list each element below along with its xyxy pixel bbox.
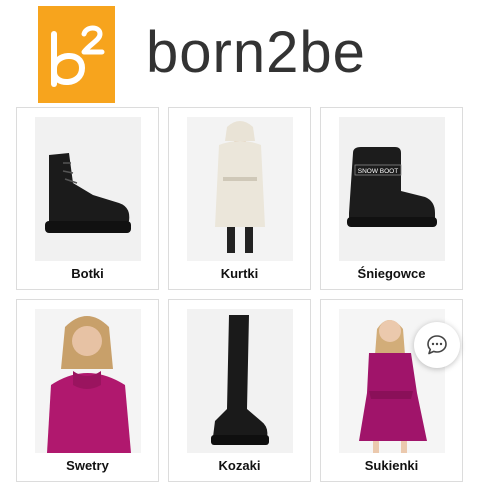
category-label: Kurtki <box>220 266 259 281</box>
category-card-botki[interactable]: Botki <box>16 107 159 290</box>
category-card-kozaki[interactable]: Kozaki <box>168 299 311 482</box>
category-card-sniegowce[interactable]: SNOW BOOT Śniegowce <box>320 107 463 290</box>
snow-boot-print: SNOW BOOT <box>358 168 398 175</box>
category-label: Kozaki <box>218 458 261 473</box>
snow-boot-image: SNOW BOOT <box>339 117 445 261</box>
brand-wordmark[interactable]: born2be <box>146 18 366 88</box>
category-label: Swetry <box>66 458 109 473</box>
site-header: born2be <box>0 0 480 104</box>
tall-boot-image <box>187 309 293 453</box>
coat-image <box>187 117 293 261</box>
category-label: Sukienki <box>364 458 419 473</box>
category-label: Botki <box>71 266 104 281</box>
chat-bubble-icon <box>427 335 447 355</box>
category-label: Śniegowce <box>357 266 426 281</box>
brand-logo[interactable] <box>38 6 115 103</box>
ankle-boot-image <box>35 117 141 261</box>
sweater-image <box>35 309 141 453</box>
b2-logo-icon <box>51 25 105 87</box>
category-card-kurtki[interactable]: Kurtki <box>168 107 311 290</box>
chat-button[interactable] <box>414 322 460 368</box>
category-card-swetry[interactable]: Swetry <box>16 299 159 482</box>
